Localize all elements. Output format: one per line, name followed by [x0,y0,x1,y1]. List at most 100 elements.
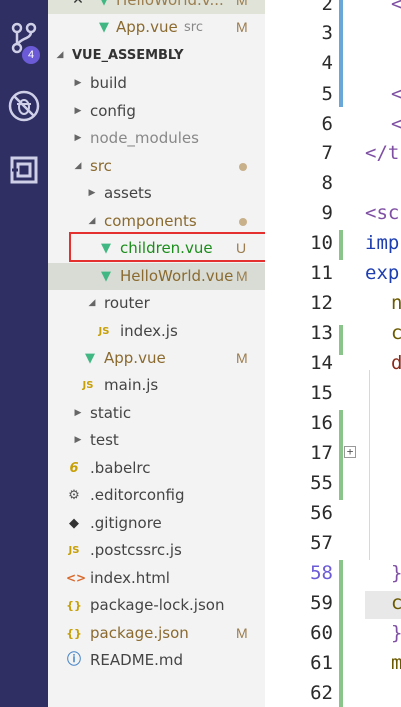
tree-folder-config[interactable]: ▶ config [48,98,265,125]
code-token: <sc [365,202,400,224]
tree-label: package.json [90,624,189,642]
open-editor-helloworld[interactable]: ✕ ▼ HelloWorld.v... M [48,0,265,14]
tree-label: components [104,212,197,230]
status-badge: M [236,350,248,366]
tree-file-helloworld-vue[interactable]: ▼ HelloWorld.vue M [48,263,265,290]
tree-folder-src[interactable]: ◢ src [48,153,265,180]
code-token: exp [365,262,400,284]
tree-file-index-html[interactable]: <> index.html [48,565,265,592]
code-token: d [391,352,401,374]
json-file-icon: {} [66,627,82,640]
tree-label: README.md [90,651,184,669]
red-highlight-box [69,232,271,262]
chevron-down-icon: ◢ [88,216,96,226]
tree-file-babelrc[interactable]: 6 .babelrc [48,455,265,482]
babel-file-icon: 6 [69,461,79,476]
tree-folder-assets[interactable]: ▶ assets [48,180,265,207]
status-badge: M [236,19,248,35]
chevron-down-icon: ◢ [88,298,96,308]
code-token: imp [365,232,400,254]
extensions-icon[interactable] [0,146,48,194]
tree-file-package-lock-json[interactable]: {} package-lock.json [48,592,265,619]
line-number: 7 [321,142,333,164]
chevron-down-icon: ◢ [56,50,64,60]
tree-file-app-vue[interactable]: ▼ App.vue M [48,345,265,372]
line-number: 55 [310,472,333,494]
tree-folder-static[interactable]: ▶ static [48,400,265,427]
vue-file-icon: ▼ [85,351,95,366]
gutter-added-bar [339,560,343,707]
modified-dot [239,218,247,226]
vue-file-icon: ▼ [99,20,109,35]
tree-folder-build[interactable]: ▶ build [48,70,265,97]
workspace-section-header[interactable]: ◢ VUE_ASSEMBLY [48,42,265,69]
tree-folder-router[interactable]: ◢ router [48,290,265,317]
gear-icon: ⚙ [68,488,80,503]
open-editor-label: HelloWorld.v... [116,0,224,9]
tree-file-postcssrc-js[interactable]: JS .postcssrc.js [48,537,265,564]
vue-file-icon: ▼ [99,0,109,8]
line-number: 56 [310,502,333,524]
line-number: 16 [310,412,333,434]
line-number: 13 [310,322,333,344]
tree-file-main-js[interactable]: JS main.js [48,372,265,399]
workspace-title: VUE_ASSEMBLY [72,48,184,63]
status-badge: M [236,625,248,641]
status-badge: M [236,268,248,284]
fold-expand-icon[interactable]: + [344,446,356,458]
tree-file-gitignore[interactable]: ◆ .gitignore [48,510,265,537]
explorer-panel: ✕ ▼ HelloWorld.v... M ▼ App.vue src M ◢ … [48,0,265,707]
json-file-icon: {} [66,599,82,612]
status-badge: M [236,0,248,8]
tree-label: src [90,157,112,175]
code-token: m [391,652,401,674]
line-number: 59 [310,592,333,614]
tree-label: config [90,102,136,120]
tree-label: node_modules [90,129,199,147]
chevron-right-icon: ▶ [74,408,82,418]
gutter-modified-bar [339,0,343,107]
line-number: 15 [310,382,333,404]
line-number: 17 [310,442,333,464]
tree-folder-test[interactable]: ▶ test [48,427,265,454]
code-token: c [391,592,401,614]
code-token: } [391,562,401,584]
tree-label: main.js [104,376,159,394]
tree-file-index-js[interactable]: JS index.js [48,318,265,345]
no-debug-icon[interactable] [0,82,48,130]
open-editor-app-vue[interactable]: ▼ App.vue src M [48,14,265,41]
gutter-added-bar [339,410,343,500]
tree-file-package-json[interactable]: {} package.json M [48,620,265,647]
open-editor-path: src [184,20,203,35]
tree-label: test [90,431,119,449]
tree-label: .gitignore [90,514,162,532]
tree-label: index.html [90,569,170,587]
tree-file-editorconfig[interactable]: ⚙ .editorconfig [48,482,265,509]
tree-folder-components[interactable]: ◢ components [48,208,265,235]
tree-file-readme-md[interactable]: ⓘ README.md [48,647,265,674]
tree-label: HelloWorld.vue [120,267,234,285]
tree-label: index.js [120,322,178,340]
tree-label: App.vue [104,349,166,367]
code-token: < [391,83,401,105]
tree-label: build [90,74,127,92]
modified-dot [239,163,247,171]
code-token: } [391,622,401,644]
indent-guide [369,370,370,560]
tree-label: .postcssrc.js [90,541,182,559]
code-token: </t [365,142,400,164]
js-file-icon: JS [68,545,80,556]
line-number: 3 [321,22,333,44]
open-editor-label: App.vue [116,18,178,36]
line-number: 62 [310,682,333,704]
line-number: 11 [310,262,333,284]
line-number: 6 [321,113,333,135]
git-diamond-icon: ◆ [69,516,79,531]
tree-folder-node-modules[interactable]: ▶ node_modules [48,125,265,152]
line-number: 61 [310,652,333,674]
line-number: 5 [321,83,333,105]
close-icon[interactable]: ✕ [70,0,86,14]
chevron-right-icon: ▶ [74,435,82,445]
tree-label: .babelrc [90,459,151,477]
code-editor[interactable]: + 2 3 4 5 6 7 8 9 10 11 12 13 14 15 16 1… [265,0,401,707]
